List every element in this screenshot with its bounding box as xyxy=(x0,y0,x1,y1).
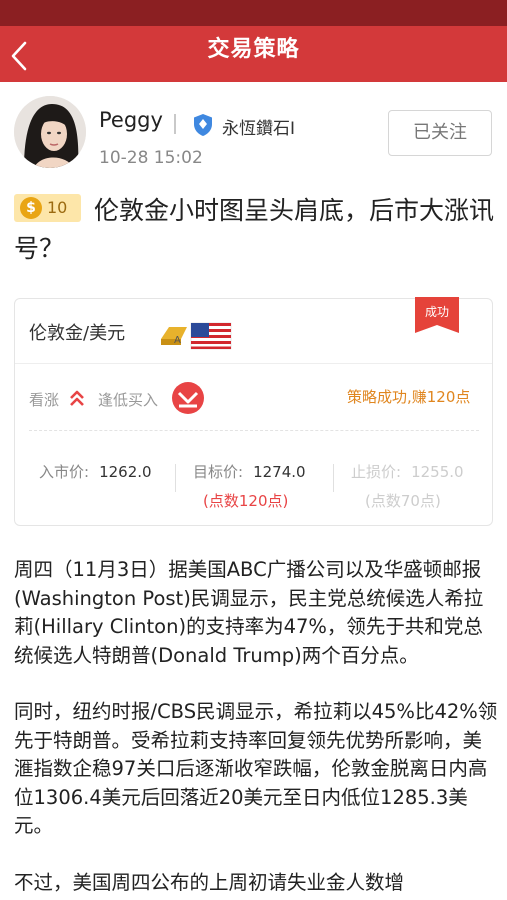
coin-count: 10 xyxy=(47,198,68,217)
stop-value: 1255.0 xyxy=(411,463,464,481)
post-time: 10-28 15:02 xyxy=(99,148,203,168)
divider xyxy=(15,363,492,364)
order-type: 逢低买入 xyxy=(98,391,159,409)
stop-label: 止损价: xyxy=(351,463,402,481)
stop-price: 止损价: 1255.0 (点数70点) xyxy=(351,461,464,511)
dashed-divider xyxy=(29,430,479,431)
divider xyxy=(175,464,176,492)
article-paragraph: 不过，美国周四公布的上周初请失业金人数增 xyxy=(14,870,405,894)
article-paragraph: 同时，纽约时报/CBS民调显示，希拉莉以45%比42%领先于特朗普。受希拉莉支持… xyxy=(14,700,498,837)
pair-name: 伦敦金/美元 xyxy=(29,323,126,344)
target-points: (点数120点) xyxy=(203,492,289,510)
coin-badge: $ 10 xyxy=(14,194,81,222)
stop-points: (点数70点) xyxy=(365,492,441,510)
entry-value: 1262.0 xyxy=(99,463,152,481)
coin-icon: $ xyxy=(20,197,42,219)
article-body: 周四（11月3日）据美国ABC广播公司以及华盛顿邮报(Washington Po… xyxy=(14,556,499,900)
status-bar xyxy=(0,0,507,26)
avatar[interactable] xyxy=(14,96,86,168)
buy-down-arrow-icon xyxy=(172,382,204,414)
double-chevron-up-icon xyxy=(70,390,84,406)
target-value: 1274.0 xyxy=(253,463,306,481)
author-name[interactable]: Peggy xyxy=(99,108,163,132)
follow-button[interactable]: 已关注 xyxy=(388,110,492,156)
strategy-card[interactable]: 伦敦金/美元 A 成功 看涨 逢低买入 策略成功,赚120点 入市价: 1262.… xyxy=(14,297,493,526)
gold-usd-flag-icon: A xyxy=(161,322,232,350)
shield-icon xyxy=(194,114,212,136)
status-badge: 成功 xyxy=(415,297,459,333)
post-title: 伦敦金小时图呈头肩底，后市大涨讯号？ xyxy=(14,196,495,263)
page-title: 交易策略 xyxy=(207,37,300,62)
entry-price: 入市价: 1262.0 xyxy=(39,461,152,511)
author-rank: 永恆鑽石I xyxy=(222,119,296,139)
status-text: 成功 xyxy=(424,305,449,319)
nav-bar: 交易策略 xyxy=(0,26,507,82)
target-price: 目标价: 1274.0 (点数120点) xyxy=(193,461,306,511)
svg-text:A: A xyxy=(174,335,181,346)
target-label: 目标价: xyxy=(193,463,244,481)
entry-label: 入市价: xyxy=(39,463,90,481)
article-paragraph: 周四（11月3日）据美国ABC广播公司以及华盛顿邮报(Washington Po… xyxy=(14,558,484,667)
divider xyxy=(333,464,334,492)
strategy-result: 策略成功,赚120点 xyxy=(347,388,471,406)
divider xyxy=(174,114,176,134)
direction-label: 看涨 xyxy=(29,391,60,409)
